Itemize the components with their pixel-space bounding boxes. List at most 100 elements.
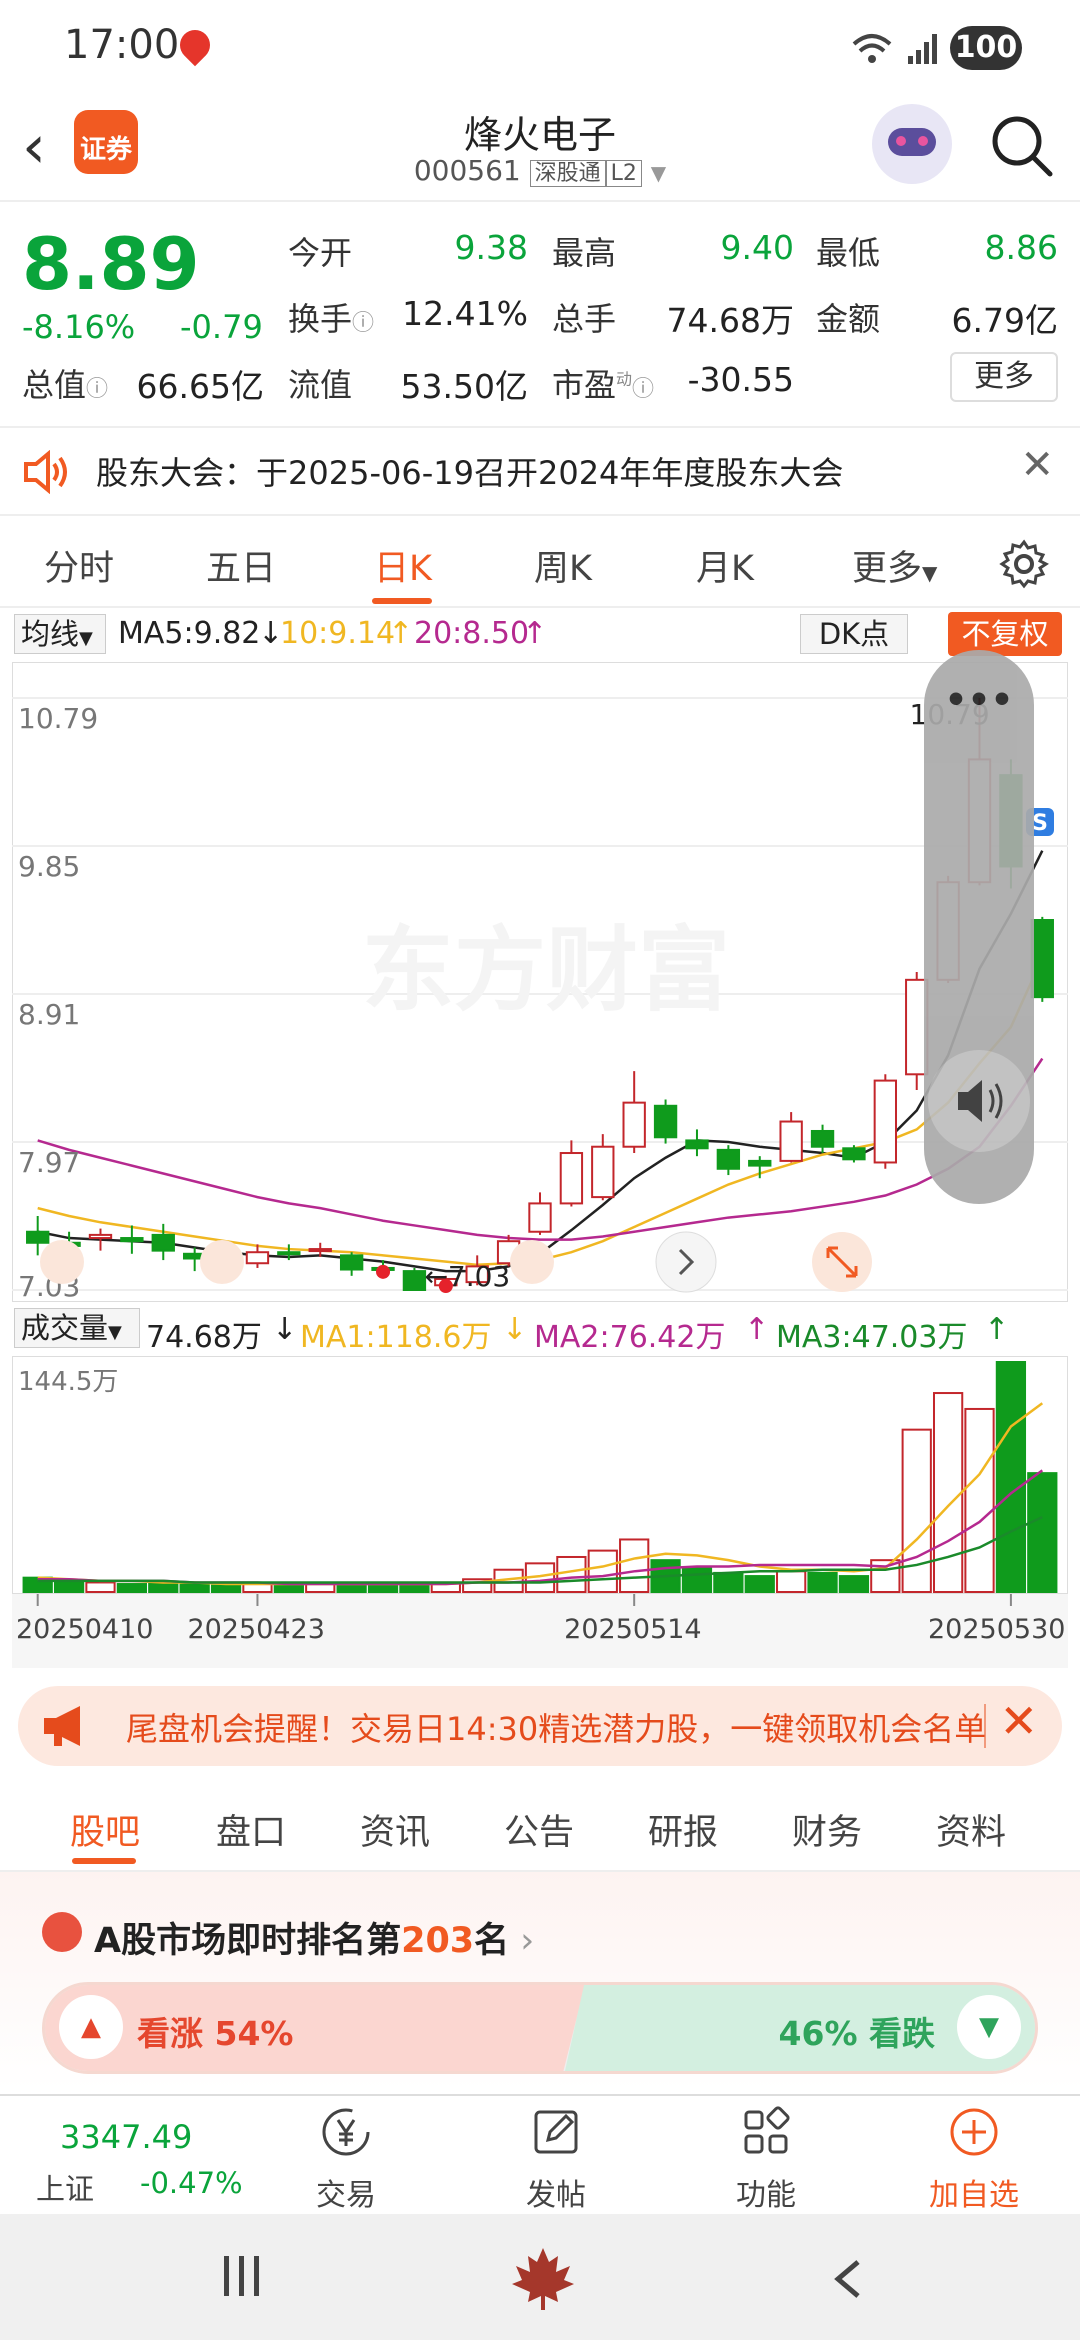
status-time: 17:00 <box>64 22 180 68</box>
search-icon[interactable] <box>986 110 1056 180</box>
vol-ma3-label: MA3:47.03万 <box>776 1320 968 1355</box>
y-tick-label: 7.97 <box>18 1146 80 1179</box>
rank-section: A股市场即时排名第203名 › ▲ 看涨 54% 46% 看跌 ▼ <box>0 1872 1080 2090</box>
bear-arrow-icon[interactable]: ▼ <box>957 1995 1021 2059</box>
change-percent: -8.16% <box>22 308 136 346</box>
battery-indicator: 100 <box>950 26 1022 70</box>
volume-bar <box>179 1583 210 1593</box>
candle <box>308 1248 332 1253</box>
bottom-toolbar: 3347.49 上证 -0.47% 交易 发帖 功能 加自选 <box>0 2094 1080 2214</box>
close-icon[interactable]: ✕ <box>1020 442 1054 488</box>
tab-more[interactable]: 更多▼ <box>852 540 937 591</box>
turnover-value: 12.41% <box>402 294 528 333</box>
promo-banner[interactable]: 尾盘机会提醒！交易日14:30精选潜力股，一键领取机会名单 ✕ <box>18 1686 1062 1766</box>
candle <box>842 1147 866 1161</box>
no-adjust-button[interactable]: 不复权 <box>948 612 1062 656</box>
gear-icon[interactable] <box>998 538 1050 590</box>
vol-ma1-arrow-icon: ↓ <box>502 1312 528 1347</box>
ma-selector[interactable]: 均线▼ <box>14 614 106 654</box>
back-nav-icon[interactable] <box>830 2258 866 2300</box>
recent-apps-icon[interactable] <box>220 2256 264 2296</box>
tab-daily-k[interactable]: 日K <box>374 540 432 591</box>
pe-label: 市盈动ⓘ <box>552 366 655 404</box>
tab-finance[interactable]: 财务 <box>792 1804 862 1855</box>
add-watchlist-button[interactable]: 加自选 <box>914 2106 1034 2214</box>
bear-label[interactable]: 46% 看跌 <box>779 2007 935 2055</box>
tab-intraday[interactable]: 分时 <box>44 540 114 591</box>
candle <box>873 1079 898 1164</box>
post-button[interactable]: 发帖 <box>496 2106 616 2214</box>
more-dots-icon[interactable]: ••• <box>924 680 1034 721</box>
high-label: 最高 <box>552 234 617 272</box>
watermark: 东方财富 <box>362 917 730 1024</box>
bull-arrow-icon[interactable]: ▲ <box>59 1995 123 2059</box>
notice-bar[interactable]: 股东大会：于2025-06-19召开2024年年度股东大会 ✕ <box>0 426 1080 516</box>
tab-news[interactable]: 资讯 <box>360 1804 430 1855</box>
tab-research[interactable]: 研报 <box>648 1804 718 1855</box>
active-content-tab-underline <box>72 1858 136 1864</box>
volume-bar <box>995 1361 1027 1593</box>
scroll-left-control[interactable] <box>40 1240 84 1284</box>
vol-ma2-label: MA2:76.42万 <box>534 1320 726 1355</box>
index-change[interactable]: -0.47% <box>140 2166 243 2200</box>
float-cap-label: 流值 <box>288 366 353 404</box>
promo-close-icon[interactable]: ✕ <box>999 1694 1038 1748</box>
bull-label[interactable]: 看涨 54% <box>137 2007 293 2055</box>
connect-tag: 深股通 <box>529 160 606 187</box>
dropdown-icon: ▼ <box>650 161 667 185</box>
functions-button[interactable]: 功能 <box>706 2106 826 2214</box>
candle <box>151 1233 175 1252</box>
ma20-label: 20:8.50 <box>414 616 530 651</box>
tab-announcements[interactable]: 公告 <box>504 1804 574 1855</box>
ma-legend-bar: 均线▼ MA5:9.82 ↓ 10:9.14 ↑ 20:8.50 ↑ DK点 不… <box>0 610 1080 664</box>
volume-label: 总手 <box>552 300 617 338</box>
chevron-right-icon[interactable] <box>655 1231 717 1293</box>
y-tick-label: 10.79 <box>18 702 98 735</box>
volume-bar <box>116 1583 148 1593</box>
rank-chart-icon <box>42 1912 82 1952</box>
candle <box>622 1101 646 1148</box>
speaker-icon <box>24 450 67 494</box>
x-tick-label: 20250410 <box>16 1614 153 1645</box>
dk-point-button[interactable]: DK点 <box>800 614 908 654</box>
pe-dynamic-sup: 动 <box>616 369 633 389</box>
robot-assistant-icon[interactable] <box>872 104 952 184</box>
yen-icon <box>322 2108 370 2156</box>
location-icon <box>173 23 217 67</box>
low-value: 8.86 <box>984 228 1058 267</box>
volume-bar <box>744 1575 775 1593</box>
volume-selector[interactable]: 成交量▼ <box>14 1308 140 1348</box>
trade-button[interactable]: 交易 <box>286 2106 406 2214</box>
more-quote-button[interactable]: 更多 <box>950 352 1058 402</box>
x-tick-label: 20250514 <box>564 1614 701 1645</box>
tab-five-day[interactable]: 五日 <box>206 540 276 591</box>
candle <box>88 1233 113 1240</box>
volume-bar <box>85 1581 116 1594</box>
volume-bar <box>776 1570 807 1593</box>
tab-guba[interactable]: 股吧 <box>70 1804 140 1855</box>
volume-bar <box>53 1579 85 1593</box>
signal-icon <box>908 34 937 64</box>
volume-bar <box>932 1392 964 1594</box>
index-name[interactable]: 上证 <box>36 2166 94 2208</box>
candlestick-chart[interactable]: 东方财富 10.799.858.917.977.0310.79←7.03 S <box>12 662 1068 1302</box>
floating-control-panel[interactable]: ••• <box>924 650 1034 1204</box>
volume-chart[interactable]: 144.5万 20250410 20250423 20250514 20250530 <box>12 1356 1068 1668</box>
tab-monthly-k[interactable]: 月K <box>696 540 754 591</box>
ma10-arrow-icon: ↑ <box>388 616 414 651</box>
maple-leaf-home-icon[interactable] <box>508 2244 578 2314</box>
open-value: 9.38 <box>454 228 528 267</box>
tab-pankou[interactable]: 盘口 <box>216 1804 286 1855</box>
rank-link[interactable]: A股市场即时排名第203名 › <box>94 1912 534 1963</box>
candle <box>245 1251 270 1265</box>
promo-divider <box>984 1704 986 1748</box>
volume-icon[interactable] <box>928 1050 1030 1152</box>
scroll-left-control-3[interactable] <box>510 1240 554 1284</box>
vol-ma3-arrow-icon: ↑ <box>984 1312 1010 1347</box>
scroll-left-control-2[interactable] <box>200 1240 244 1284</box>
amount-value: 6.79亿 <box>951 301 1058 340</box>
tab-profile[interactable]: 资料 <box>936 1804 1006 1855</box>
tab-weekly-k[interactable]: 周K <box>534 540 592 591</box>
index-value[interactable]: 3347.49 <box>60 2118 192 2156</box>
candle <box>559 1152 584 1205</box>
